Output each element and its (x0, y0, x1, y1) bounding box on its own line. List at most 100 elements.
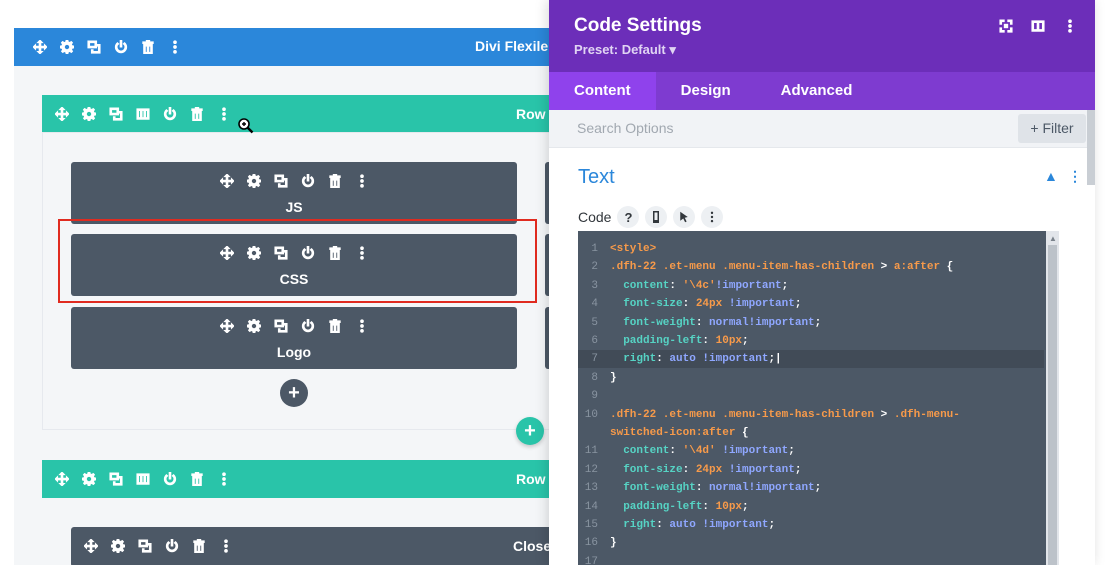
fullscreen-icon[interactable] (996, 16, 1016, 36)
duplicate-icon[interactable] (80, 37, 107, 57)
help-icon[interactable]: ? (617, 206, 640, 228)
row-title: Row (516, 106, 546, 122)
move-icon[interactable] (213, 316, 240, 336)
preset-dropdown[interactable]: Preset: Default ▾ (574, 42, 676, 58)
line-number: 12 (584, 463, 598, 476)
gear-icon[interactable] (104, 536, 131, 556)
scroll-up-icon[interactable]: ▲ (1049, 234, 1057, 243)
power-icon[interactable] (294, 316, 321, 336)
line-number: 4 (591, 298, 598, 311)
module-js[interactable]: JS (71, 162, 517, 224)
search-input[interactable] (577, 120, 977, 136)
search-bar: + Filter (549, 110, 1095, 148)
code-line[interactable]: 8} (578, 369, 1044, 387)
module-logo[interactable]: Logo (71, 307, 517, 369)
line-number: 6 (591, 335, 598, 347)
line-number: 1 (591, 243, 598, 255)
power-icon[interactable] (156, 469, 183, 489)
code-line[interactable]: 1 <style> (578, 240, 1044, 258)
code-line[interactable]: 17 (578, 553, 1044, 565)
move-icon[interactable] (26, 37, 53, 57)
more-icon[interactable] (1060, 16, 1080, 36)
trash-icon[interactable] (183, 104, 210, 124)
module-toolbar (71, 171, 517, 191)
code-line[interactable]: 13 font-weight: normal!important; (578, 479, 1044, 497)
move-icon[interactable] (77, 536, 104, 556)
toggle-title[interactable]: Text (578, 166, 615, 189)
field-label: Code (578, 209, 612, 225)
code-line[interactable]: 12 font-size: 24px !important; (578, 461, 1044, 479)
code-line[interactable]: 7 right: auto !important;| (578, 350, 1044, 369)
module-close[interactable]: Close (71, 527, 571, 565)
more-icon[interactable] (348, 171, 375, 191)
move-icon[interactable] (48, 104, 75, 124)
editor-scrollbar[interactable]: ▲ (1046, 231, 1059, 565)
code-line[interactable]: 10 .dfh-22 .et-menu .menu-item-has-childr… (578, 406, 1044, 424)
duplicate-icon[interactable] (102, 104, 129, 124)
mobile-icon[interactable] (645, 206, 668, 228)
trash-icon[interactable] (321, 316, 348, 336)
code-text: font-size: 24px !important; (610, 463, 802, 476)
toggle-more-icon[interactable]: ⋮ (1068, 168, 1082, 185)
code-line[interactable]: switched-icon:after { (578, 424, 1044, 442)
duplicate-icon[interactable] (131, 536, 158, 556)
filter-button[interactable]: + Filter (1018, 114, 1086, 143)
code-line[interactable]: 9 (578, 387, 1044, 405)
duplicate-icon[interactable] (267, 316, 294, 336)
tab-content[interactable]: Content (549, 72, 656, 110)
columns-icon[interactable] (129, 469, 156, 489)
zoom-cursor-icon (238, 118, 254, 134)
power-icon[interactable] (156, 104, 183, 124)
panel-tabs: Content Design Advanced (549, 72, 1095, 110)
more-icon[interactable] (701, 206, 724, 228)
more-icon[interactable] (210, 469, 237, 489)
chevron-up-icon[interactable]: ▲ (1044, 168, 1058, 184)
code-line[interactable]: 2 .dfh-22 .et-menu .menu-item-has-childre… (578, 258, 1044, 276)
code-line[interactable]: 3 content: '\4c'!important; (578, 277, 1044, 295)
trash-icon[interactable] (321, 171, 348, 191)
tab-advanced[interactable]: Advanced (756, 72, 878, 110)
columns-icon[interactable] (129, 104, 156, 124)
gear-icon[interactable] (240, 171, 267, 191)
code-text: .dfh-22 .et-menu .menu-item-has-children… (610, 261, 954, 274)
power-icon[interactable] (158, 536, 185, 556)
hover-cursor-icon[interactable] (673, 206, 696, 228)
split-view-icon[interactable] (1028, 16, 1048, 36)
more-icon[interactable] (210, 104, 237, 124)
code-editor[interactable]: 1 <style> 2 .dfh-22 .et-menu .menu-item-has… (578, 231, 1059, 565)
code-line[interactable]: 6 padding-left: 10px; (578, 332, 1044, 350)
panel-scrollbar[interactable] (1087, 110, 1095, 185)
code-line[interactable]: 16} (578, 534, 1044, 552)
module-label: JS (285, 199, 303, 215)
gear-icon[interactable] (75, 469, 102, 489)
code-line[interactable]: 4 font-size: 24px !important; (578, 295, 1044, 313)
gear-icon[interactable] (240, 316, 267, 336)
code-line[interactable]: 14 padding-left: 10px; (578, 498, 1044, 516)
trash-icon[interactable] (183, 469, 210, 489)
move-icon[interactable] (48, 469, 75, 489)
add-module-button[interactable]: + (280, 379, 308, 407)
line-number: 7 (591, 353, 598, 366)
code-line[interactable]: 11 content: '\4d' !important; (578, 442, 1044, 460)
line-number: 13 (584, 482, 598, 495)
gear-icon[interactable] (75, 104, 102, 124)
duplicate-icon[interactable] (102, 469, 129, 489)
editor-scrollbar-thumb[interactable] (1048, 245, 1057, 565)
more-icon[interactable] (348, 316, 375, 336)
line-number: 8 (591, 371, 598, 384)
duplicate-icon[interactable] (267, 171, 294, 191)
code-line[interactable]: 15 right: auto !important; (578, 516, 1044, 534)
more-icon[interactable] (161, 37, 188, 57)
power-icon[interactable] (294, 171, 321, 191)
code-line[interactable]: 5 font-weight: normal!important; (578, 314, 1044, 332)
trash-icon[interactable] (134, 37, 161, 57)
header-actions (996, 16, 1080, 36)
selection-highlight (58, 219, 537, 303)
tab-design[interactable]: Design (656, 72, 756, 110)
more-icon[interactable] (212, 536, 239, 556)
move-icon[interactable] (213, 171, 240, 191)
add-row-button[interactable]: + (516, 417, 544, 445)
trash-icon[interactable] (185, 536, 212, 556)
gear-icon[interactable] (53, 37, 80, 57)
power-icon[interactable] (107, 37, 134, 57)
